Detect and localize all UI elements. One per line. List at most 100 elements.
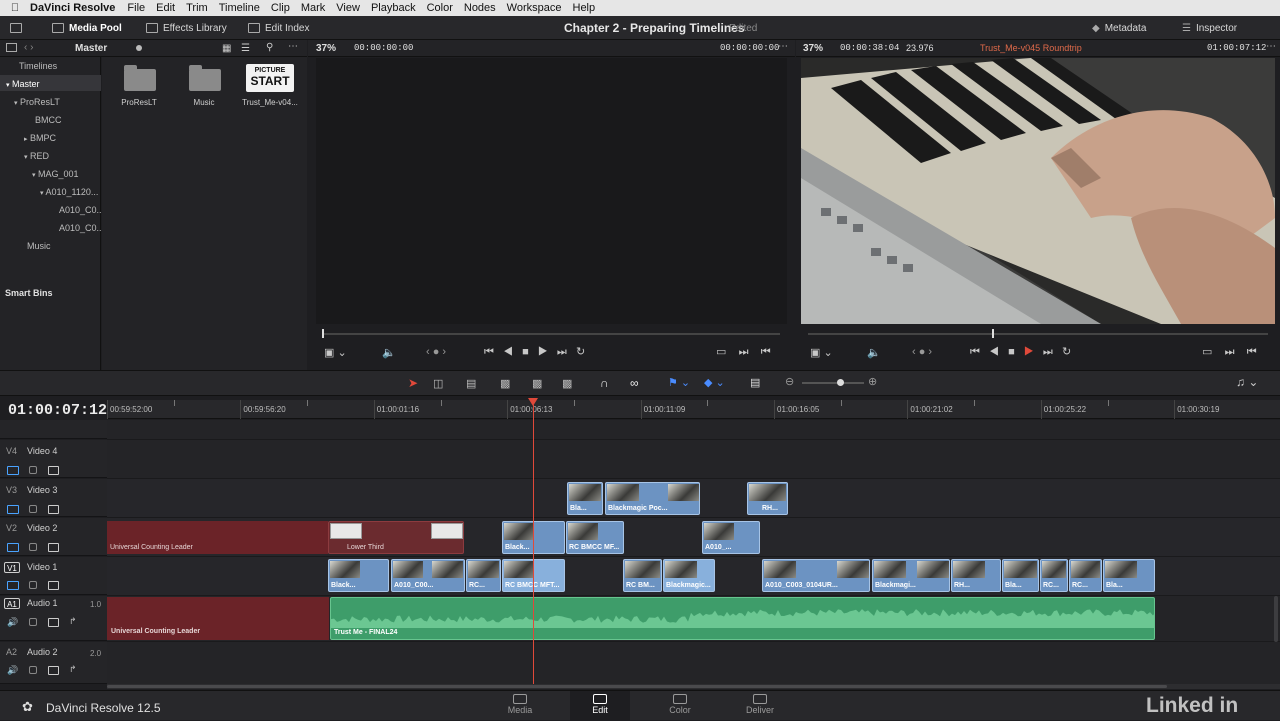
- timeline-jog-icon[interactable]: ‹ ● ›: [912, 346, 932, 358]
- mark-in-icon[interactable]: ⏭: [1225, 346, 1235, 358]
- auto-select-icon[interactable]: [48, 666, 59, 675]
- timeline-playhead[interactable]: [533, 405, 534, 685]
- folder-icon[interactable]: [124, 65, 156, 91]
- track-enable-icon[interactable]: [7, 581, 19, 590]
- track-id[interactable]: V1: [4, 562, 20, 573]
- clip[interactable]: RC BM...: [623, 559, 662, 592]
- tree-item-a010-c0-2[interactable]: A010_C0...: [59, 223, 104, 233]
- track-name[interactable]: Audio 1: [27, 598, 58, 608]
- fader-icon[interactable]: ↱: [69, 616, 77, 627]
- menu-trim[interactable]: Trim: [186, 2, 208, 14]
- auto-select-icon[interactable]: [48, 581, 59, 590]
- flag-icon[interactable]: ⚑ ⌄: [668, 376, 690, 389]
- blade-tool-icon[interactable]: ▤: [466, 377, 476, 390]
- lock-icon[interactable]: [29, 466, 37, 474]
- more-options-icon[interactable]: ⋯: [288, 41, 298, 52]
- track-name[interactable]: Video 3: [27, 485, 57, 495]
- clip[interactable]: RC...: [466, 559, 501, 592]
- tree-item-music[interactable]: Music: [27, 241, 51, 251]
- fader-icon[interactable]: ↱: [69, 664, 77, 675]
- page-tab-edit[interactable]: Edit: [570, 691, 630, 721]
- timeline-thumbnail[interactable]: PICTURE START: [246, 64, 294, 92]
- replace-clip-icon[interactable]: ▩: [562, 377, 572, 390]
- source-zoom[interactable]: 37%: [316, 43, 336, 54]
- clip[interactable]: A010_...: [702, 521, 760, 554]
- menu-help[interactable]: Help: [573, 2, 596, 14]
- marker-icon[interactable]: ◆ ⌄: [704, 376, 725, 389]
- metadata-button[interactable]: ◆ Metadata: [1092, 16, 1146, 40]
- reverse-icon[interactable]: ◀: [503, 346, 513, 358]
- track-enable-icon[interactable]: [7, 466, 19, 475]
- loop-icon[interactable]: ↻: [576, 346, 585, 358]
- clip[interactable]: Blackmagi...: [872, 559, 950, 592]
- play-icon[interactable]: ▶: [538, 346, 548, 358]
- trim-tool-icon[interactable]: ◫: [433, 377, 443, 390]
- more-options-icon[interactable]: ⋯: [1266, 41, 1276, 52]
- leader-clip[interactable]: Universal Counting Leader: [107, 521, 328, 554]
- tree-item-proreslt[interactable]: ▾ ProResLT: [14, 97, 60, 107]
- go-to-start-icon[interactable]: ⏮: [970, 346, 980, 358]
- menu-mark[interactable]: Mark: [301, 2, 325, 14]
- tree-item-a010[interactable]: ▾ A010_1120...: [40, 187, 98, 197]
- more-options-icon[interactable]: ⋯: [778, 41, 788, 52]
- auto-select-icon[interactable]: [48, 543, 59, 552]
- play-icon[interactable]: ▶: [1024, 346, 1034, 358]
- clip[interactable]: Blackmagic Poc...: [605, 482, 700, 515]
- selection-tool-icon[interactable]: ➤: [408, 376, 418, 390]
- folder-icon[interactable]: [189, 65, 221, 91]
- effects-library-button[interactable]: Effects Library: [146, 16, 227, 40]
- list-view-icon[interactable]: ☰: [241, 43, 250, 54]
- lock-icon[interactable]: [29, 618, 37, 626]
- reverse-icon[interactable]: ◀: [989, 346, 999, 358]
- track-name[interactable]: Audio 2: [27, 647, 58, 657]
- clip[interactable]: RC...: [1040, 559, 1068, 592]
- tree-item-a010-c0-1[interactable]: A010_C0...: [59, 205, 104, 215]
- zoom-out-icon[interactable]: ⊖: [785, 375, 794, 388]
- nav-back-icon[interactable]: ‹ ›: [24, 42, 33, 53]
- stop-icon[interactable]: ■: [1008, 346, 1015, 358]
- audio-clip[interactable]: Trust Me - FINAL24: [330, 597, 1155, 640]
- zoom-in-icon[interactable]: ⊕: [868, 375, 877, 388]
- tree-item-mag001[interactable]: ▾ MAG_001: [32, 169, 79, 179]
- lower-third-clip[interactable]: Lower Third: [328, 521, 464, 554]
- auto-select-icon[interactable]: [48, 466, 59, 475]
- clip[interactable]: Blackmagic...: [663, 559, 715, 592]
- zoom-slider-handle[interactable]: [837, 379, 844, 386]
- lock-icon[interactable]: [29, 666, 37, 674]
- leader-audio-clip[interactable]: Universal Counting Leader: [107, 597, 329, 640]
- bin-list-toggle-icon[interactable]: [6, 43, 17, 52]
- page-tab-media[interactable]: Media: [490, 691, 550, 721]
- clip[interactable]: RC...: [1069, 559, 1102, 592]
- timeline-viewer-zoom[interactable]: 37%: [803, 43, 823, 54]
- go-to-end-icon[interactable]: ⏭: [1043, 346, 1053, 358]
- loop-icon[interactable]: ↻: [1062, 346, 1071, 358]
- panel-toggle-button[interactable]: [10, 16, 22, 40]
- track-enable-icon[interactable]: [7, 505, 19, 514]
- stop-icon[interactable]: ■: [522, 346, 529, 358]
- scrollbar-thumb[interactable]: [107, 685, 1167, 688]
- lock-icon[interactable]: [29, 581, 37, 589]
- tree-item-bmcc[interactable]: BMCC: [35, 115, 62, 125]
- clip[interactable]: Black...: [328, 559, 389, 592]
- timeline-viewer-scrub-handle[interactable]: [992, 329, 994, 338]
- grid-view-icon[interactable]: ▦: [222, 43, 231, 54]
- clip[interactable]: Bla...: [1103, 559, 1155, 592]
- lane-a2[interactable]: [107, 642, 1280, 686]
- go-to-end-icon[interactable]: ⏭: [557, 346, 567, 358]
- menu-workspace[interactable]: Workspace: [507, 2, 562, 14]
- overwrite-clip-icon[interactable]: ▩: [532, 377, 542, 390]
- timeline-viewer-scrub-bar[interactable]: [808, 333, 1268, 335]
- inspector-button[interactable]: ☰ Inspector: [1182, 16, 1237, 40]
- clip[interactable]: RC BMCC MF...: [566, 521, 624, 554]
- track-name[interactable]: Video 1: [27, 562, 57, 572]
- menu-timeline[interactable]: Timeline: [219, 2, 260, 14]
- edit-index-button[interactable]: Edit Index: [248, 16, 309, 40]
- source-scrub-handle[interactable]: [322, 329, 324, 338]
- source-viewer-frame[interactable]: [316, 58, 787, 324]
- source-view-options-icon[interactable]: ▣ ⌄: [324, 346, 347, 359]
- page-tab-color[interactable]: Color: [650, 691, 710, 721]
- menu-playback[interactable]: Playback: [371, 2, 416, 14]
- timeline-ruler[interactable]: 00:59:52:00 00:59:56:20 01:00:01:16 01:00:0…: [107, 400, 1280, 419]
- menu-color[interactable]: Color: [427, 2, 453, 14]
- snapping-icon[interactable]: ∩: [600, 376, 609, 390]
